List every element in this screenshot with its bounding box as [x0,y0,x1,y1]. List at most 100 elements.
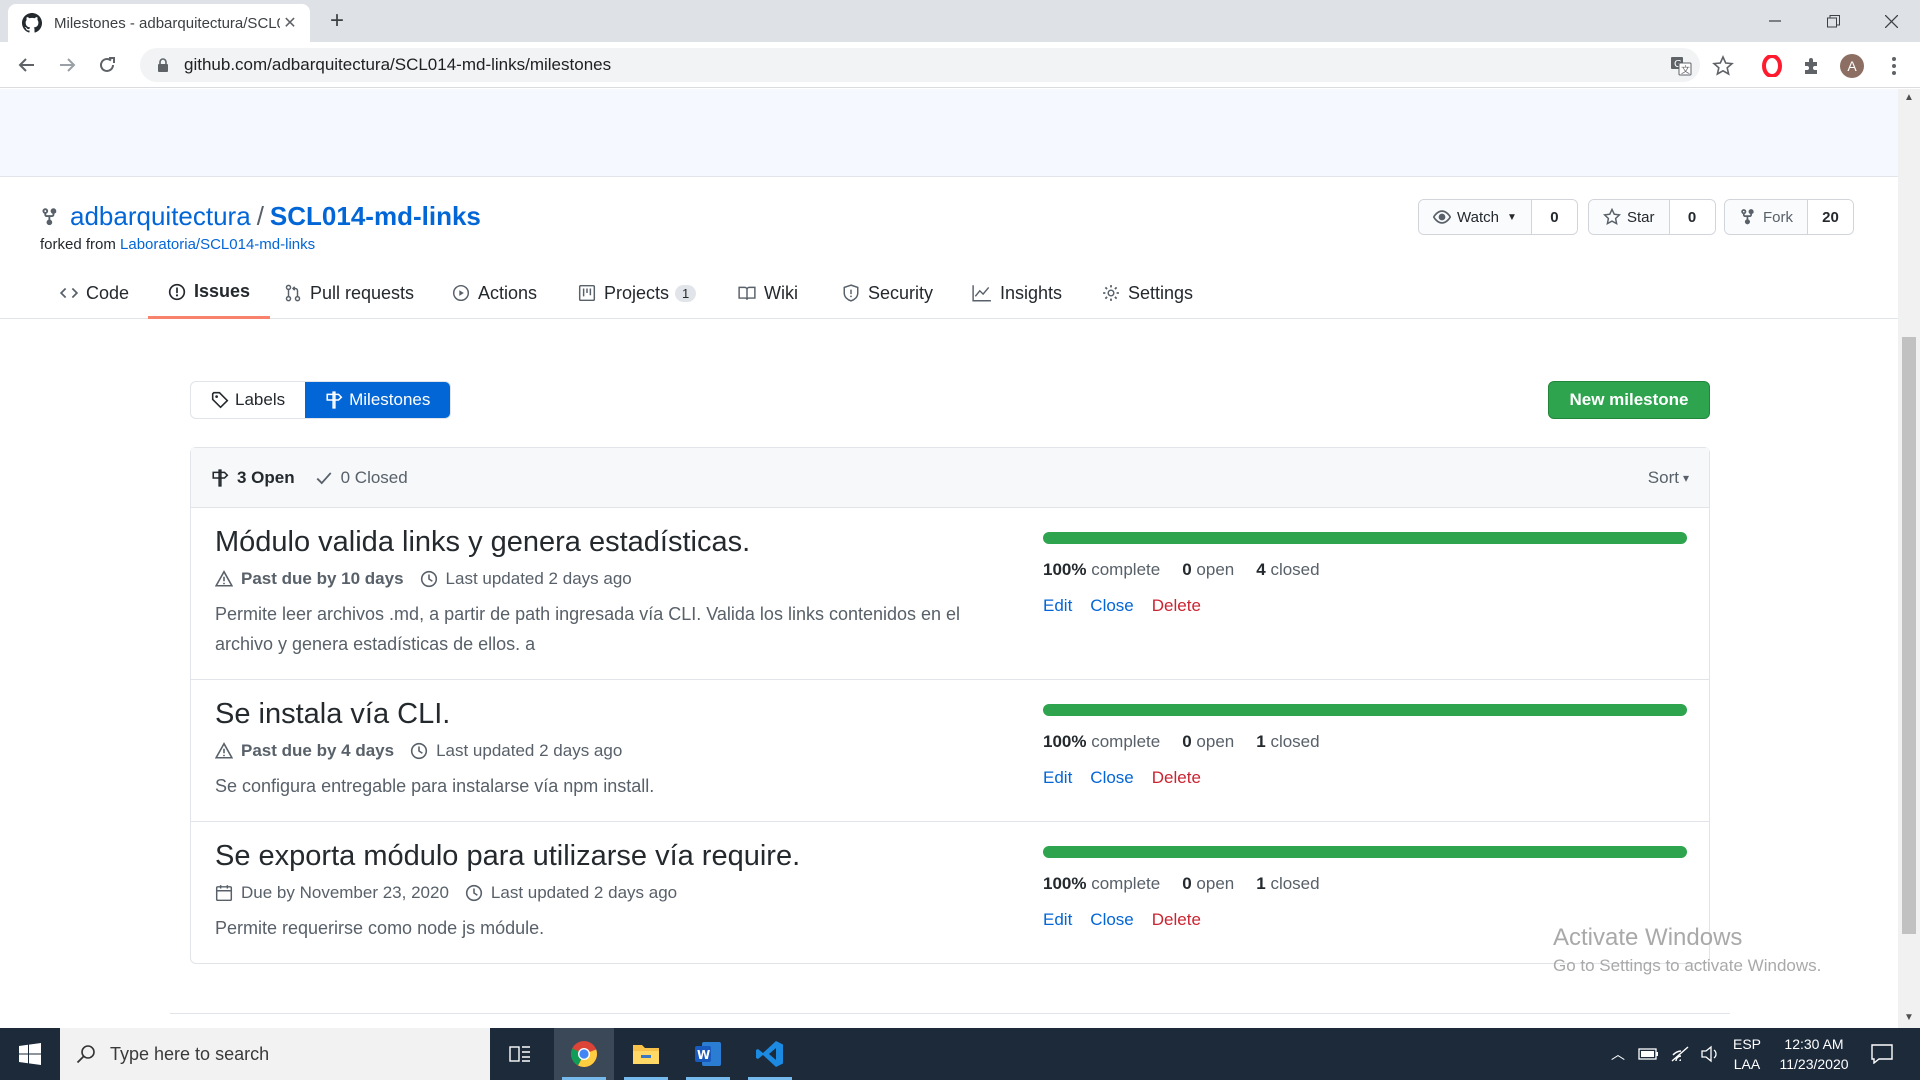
task-view-button[interactable] [490,1028,550,1080]
volume-icon[interactable] [1700,1045,1720,1063]
opera-extension-icon[interactable] [1760,54,1784,78]
browser-toolbar: github.com/adbarquitectura/SCL014-md-lin… [0,42,1920,88]
star-icon [1603,208,1621,226]
bookmark-star-icon[interactable] [1712,55,1734,77]
close-window-button[interactable] [1862,0,1920,42]
stat-closed-label: closed [1270,560,1320,579]
profile-avatar[interactable]: A [1840,54,1864,78]
chrome-taskbar-app[interactable] [554,1028,614,1080]
close-link[interactable]: Close [1090,768,1133,788]
repo-name-link[interactable]: SCL014-md-links [270,201,481,232]
watch-count[interactable]: 0 [1530,200,1577,234]
restore-button[interactable] [1804,0,1862,42]
url-text: github.com/adbarquitectura/SCL014-md-lin… [184,55,612,74]
close-tab-icon[interactable]: ✕ [280,13,300,33]
tab-insights[interactable]: Insights [972,267,1062,319]
tab-security[interactable]: Security [842,267,933,319]
gear-icon [1103,285,1119,301]
clock-date: 11/23/2020 [1779,1056,1849,1072]
stat-open-label: open [1196,732,1235,751]
calendar-icon [215,885,233,902]
browser-tab[interactable]: Milestones - adbarquitectura/SCL014-md-l… [8,4,310,42]
delete-link[interactable]: Delete [1152,910,1201,930]
git-pull-request-icon [285,284,301,302]
browser-menu-icon[interactable] [1882,54,1906,78]
tab-settings[interactable]: Settings [1102,267,1193,319]
repo-title: adbarquitectura / SCL014-md-links [40,201,481,232]
star-count[interactable]: 0 [1668,200,1715,234]
tab-pull-requests[interactable]: Pull requests [284,267,414,319]
star-button[interactable]: Star [1589,200,1669,234]
file-explorer-taskbar-app[interactable] [616,1028,676,1080]
clock[interactable]: 12:30 AM 11/23/2020 [1772,1028,1856,1080]
edit-link[interactable]: Edit [1043,768,1072,788]
new-milestone-button[interactable]: New milestone [1548,381,1710,419]
task-view-icon [509,1046,530,1062]
tab-wiki[interactable]: Wiki [738,267,798,319]
clock-icon [420,570,437,588]
battery-icon[interactable] [1638,1047,1660,1061]
watermark-subtitle: Go to Settings to activate Windows. [1553,956,1822,975]
tab-code[interactable]: Code [60,267,129,319]
stat-open-count: 0 [1182,874,1192,893]
open-filter[interactable]: 3 Open [211,468,295,488]
close-link[interactable]: Close [1090,910,1133,930]
forked-source-link[interactable]: Laboratoria/SCL014-md-links [120,236,315,253]
page-scrollbar[interactable]: ▲ ▼ [1898,89,1920,1028]
scroll-up-icon[interactable]: ▲ [1902,91,1916,105]
scroll-thumb[interactable] [1902,337,1916,934]
watch-button[interactable]: Watch ▼ [1419,200,1531,234]
sort-dropdown[interactable]: Sort ▾ [1648,468,1689,488]
forward-button[interactable] [52,50,82,80]
edit-link[interactable]: Edit [1043,596,1072,616]
labels-tab-label: Labels [235,390,286,409]
sort-label: Sort [1647,467,1679,487]
reload-button[interactable] [92,50,122,80]
windows-taskbar: Type here to search W ︿ ESP LAA 12:30 AM… [0,1028,1920,1080]
vscode-taskbar-app[interactable] [740,1028,800,1080]
closed-filter[interactable]: 0 Closed [315,468,408,488]
tab-insights-label: Insights [1000,282,1063,303]
extensions-puzzle-icon[interactable] [1800,54,1824,78]
close-link[interactable]: Close [1090,596,1133,616]
edit-link[interactable]: Edit [1043,910,1072,930]
fork-button[interactable]: Fork [1725,200,1807,234]
stat-closed-count: 1 [1256,732,1266,751]
tab-actions-label: Actions [478,282,538,303]
stat-complete: 100% complete [1043,560,1160,580]
stat-closed: 4 closed [1256,560,1319,580]
scroll-down-icon[interactable]: ▼ [1902,1011,1916,1025]
taskbar-search[interactable]: Type here to search [60,1028,490,1080]
delete-link[interactable]: Delete [1152,768,1201,788]
chevron-up-icon[interactable]: ︿ [1604,1044,1632,1064]
stat-closed-label: closed [1270,874,1320,893]
search-icon [76,1045,95,1064]
graph-icon [972,285,991,302]
milestone-title[interactable]: Se instala vía CLI. [215,698,1005,731]
tab-issues-label: Issues [194,281,251,301]
translate-icon[interactable]: G文 [1670,55,1692,77]
delete-link[interactable]: Delete [1152,596,1201,616]
watermark-title: Activate Windows [1553,924,1743,951]
new-tab-button[interactable]: + [322,6,352,36]
milestones-tab[interactable]: Milestones [305,382,451,418]
tab-actions[interactable]: Actions [452,267,537,319]
repo-owner-link[interactable]: adbarquitectura [70,201,251,232]
address-bar[interactable]: github.com/adbarquitectura/SCL014-md-lin… [140,48,1700,82]
tab-projects[interactable]: Projects 1 [578,267,697,319]
milestone-title[interactable]: Se exporta módulo para utilizarse vía re… [215,840,1005,873]
milestone-updated-text: Last updated 2 days ago [490,883,678,902]
minimize-button[interactable] [1746,0,1804,42]
labels-tab[interactable]: Labels [191,382,305,418]
word-taskbar-app[interactable]: W [678,1028,738,1080]
back-button[interactable] [12,50,42,80]
tab-issues[interactable]: Issues [148,267,271,319]
stat-complete-label: complete [1091,560,1161,579]
milestone-title[interactable]: Módulo valida links y genera estadística… [215,526,1005,559]
wifi-icon[interactable] [1670,1045,1692,1063]
notifications-button[interactable] [1862,1028,1902,1080]
language-indicator[interactable]: ESP LAA [1724,1028,1770,1080]
start-button[interactable] [0,1028,60,1080]
fork-count[interactable]: 20 [1807,200,1853,234]
issue-opened-icon [168,283,186,300]
